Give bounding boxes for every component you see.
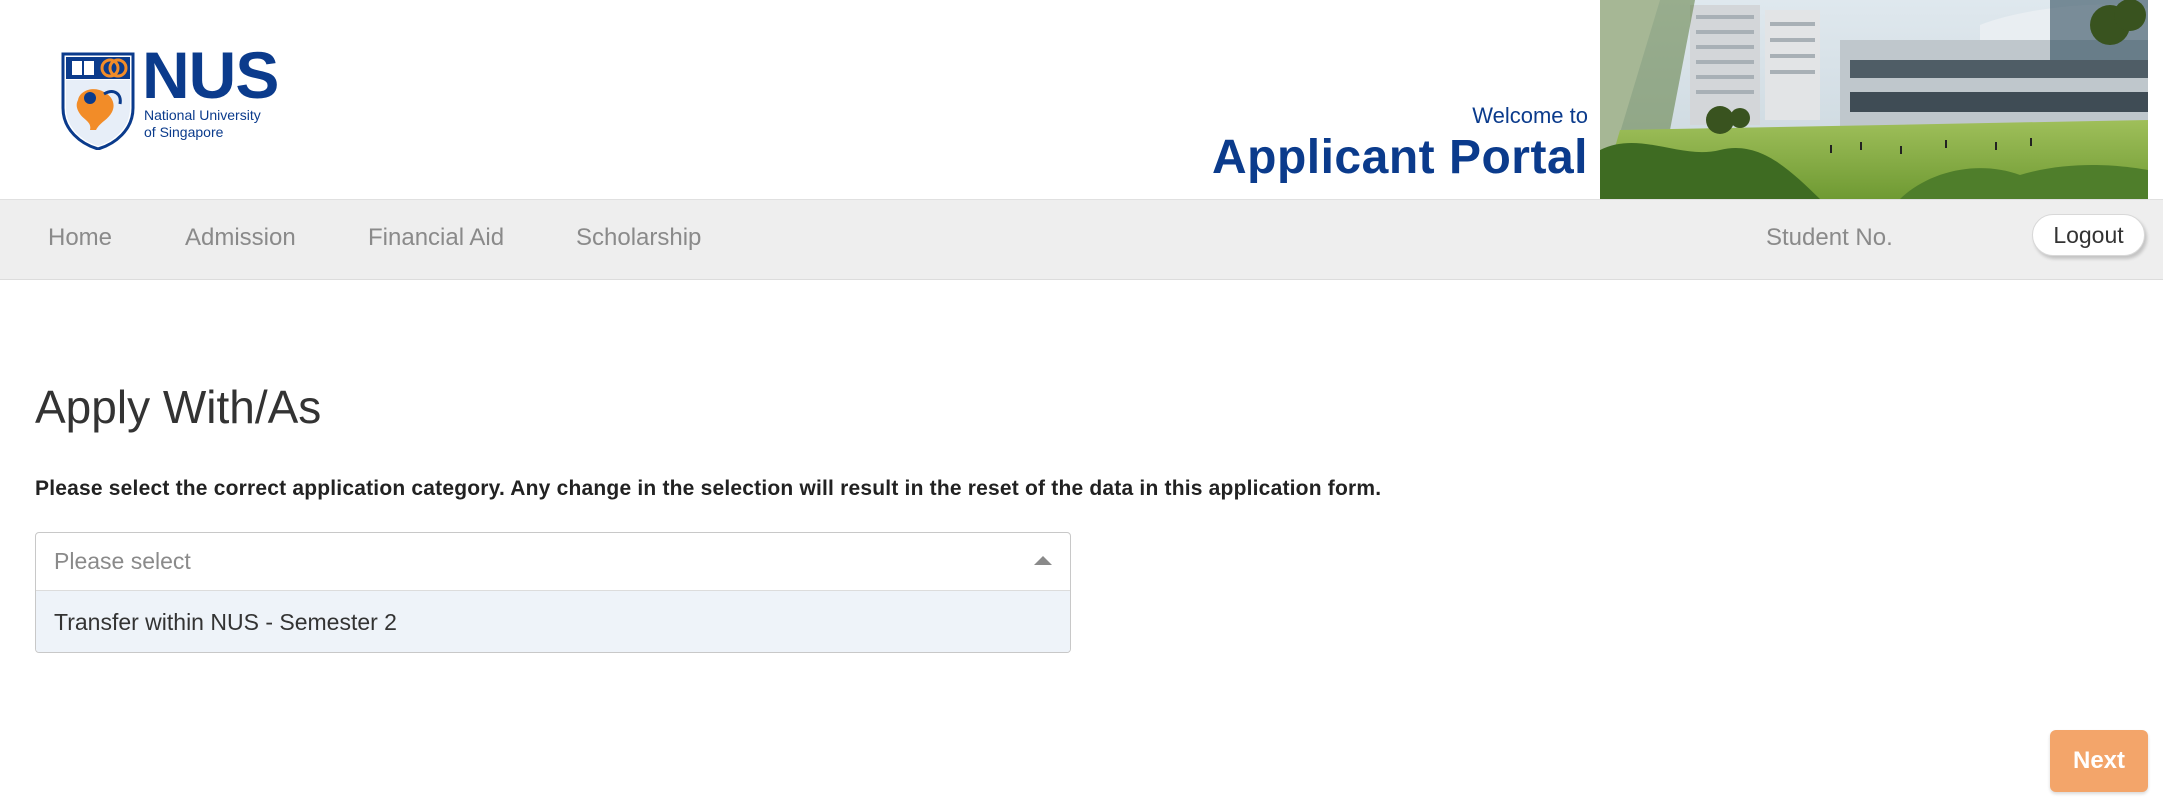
chevron-up-icon[interactable] <box>1034 556 1052 565</box>
nus-wordmark: NUS <box>142 38 279 112</box>
logout-button[interactable]: Logout <box>2032 214 2145 256</box>
nav-item-admission[interactable]: Admission <box>185 224 296 252</box>
portal-title: Applicant Portal <box>1211 131 1588 184</box>
nav-item-scholarship[interactable]: Scholarship <box>576 224 701 252</box>
student-no-label: Student No. <box>1766 224 1893 251</box>
nav-item-financial-aid[interactable]: Financial Aid <box>368 224 504 252</box>
select-control[interactable]: Please select <box>36 533 1070 591</box>
logo-subtitle-line2: of Singapore <box>144 124 224 140</box>
page-title: Apply With/As <box>35 381 322 433</box>
instruction-text: Please select the correct application ca… <box>35 477 1382 500</box>
select-placeholder: Please select <box>54 548 191 574</box>
main-navbar: Home Admission Financial Aid Scholarship… <box>0 199 2163 280</box>
select-option-transfer-within-nus[interactable]: Transfer within NUS - Semester 2 <box>36 591 1070 652</box>
nus-logo-subtitle: National University of Singapore <box>144 107 261 141</box>
page-header: NUS National University of Singapore Wel… <box>0 0 2163 199</box>
nav-item-home[interactable]: Home <box>48 224 112 252</box>
next-button[interactable]: Next <box>2050 730 2148 792</box>
logo-subtitle-line1: National University <box>144 107 261 123</box>
application-category-select[interactable]: Please select Transfer within NUS - Seme… <box>35 532 1071 653</box>
nus-logo[interactable]: NUS National University of Singapore <box>60 42 300 156</box>
nus-crest-icon <box>61 52 135 150</box>
welcome-text: Welcome to <box>1472 103 1588 128</box>
select-option-label: Transfer within NUS - Semester 2 <box>54 609 397 635</box>
campus-banner-image <box>1600 0 2148 199</box>
